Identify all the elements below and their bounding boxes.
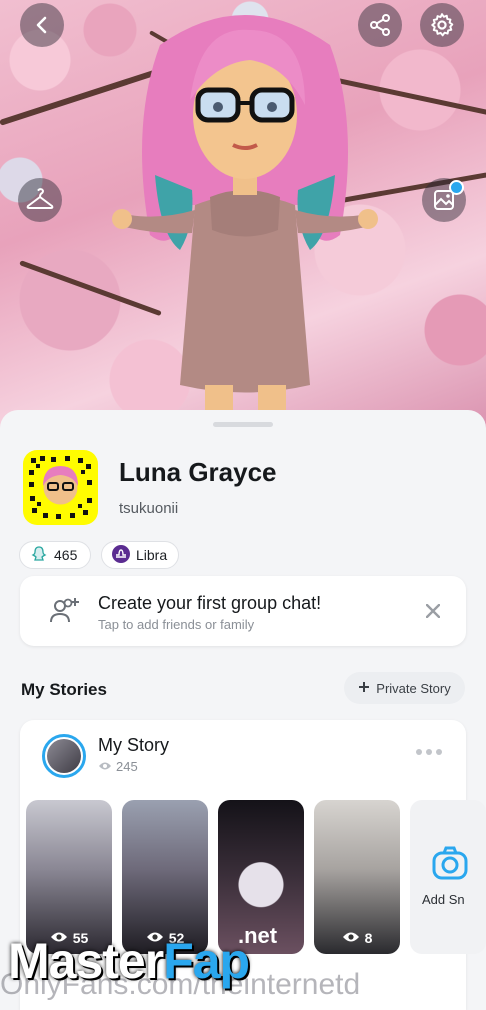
my-story-title[interactable]: My Story [98,735,169,756]
zodiac-label: Libra [136,547,168,563]
profile-background [0,0,486,440]
plus-icon [358,681,370,696]
my-story-views-count: 245 [116,759,138,774]
more-options-button[interactable] [416,749,442,755]
notification-dot [449,180,464,195]
camera-icon [432,846,468,885]
username: tsukuonii [119,500,179,517]
snapcode[interactable] [23,450,98,525]
close-icon[interactable] [425,603,441,623]
story-avatar[interactable] [42,734,86,778]
watermark-brand-main: Master [8,933,164,989]
group-chat-title: Create your first group chat! [98,593,322,613]
watermark: OnlyFans.com/theinternetd MasterFap .net [0,923,486,1001]
add-snap-label: Add Sn [422,892,465,907]
share-icon [368,13,392,37]
watermark-suffix: .net [238,923,278,948]
libra-icon [112,544,130,566]
watermark-brand-accent: Fap [163,933,250,989]
group-chat-subtitle: Tap to add friends or family [98,617,255,632]
background-button[interactable] [422,178,466,222]
private-story-label: Private Story [376,680,451,696]
group-chat-card[interactable]: Create your first group chat! Tap to add… [20,576,466,646]
eye-icon [98,759,112,774]
my-stories-heading: My Stories [21,680,107,699]
gear-icon [429,12,455,38]
hanger-icon [26,188,54,212]
share-button[interactable] [358,3,402,47]
zodiac-pill[interactable]: Libra [101,541,179,569]
chevron-left-icon [32,15,52,35]
add-friends-icon [48,596,80,631]
back-button[interactable] [20,3,64,47]
private-story-button[interactable]: Private Story [344,672,465,704]
outfit-button[interactable] [18,178,62,222]
bitmoji-avatar[interactable] [100,5,390,415]
display-name: Luna Grayce [119,457,277,487]
profile-sheet: Luna Grayce tsukuonii 465 Libra Create y… [0,410,486,1010]
snapscore-pill[interactable]: 465 [19,541,91,569]
snapscore-icon [30,545,48,566]
snapscore-value: 465 [54,547,78,563]
settings-button[interactable] [420,3,464,47]
my-story-views: 245 [98,759,138,774]
watermark-brand: MasterFap [8,932,250,990]
drag-handle[interactable] [213,422,273,427]
